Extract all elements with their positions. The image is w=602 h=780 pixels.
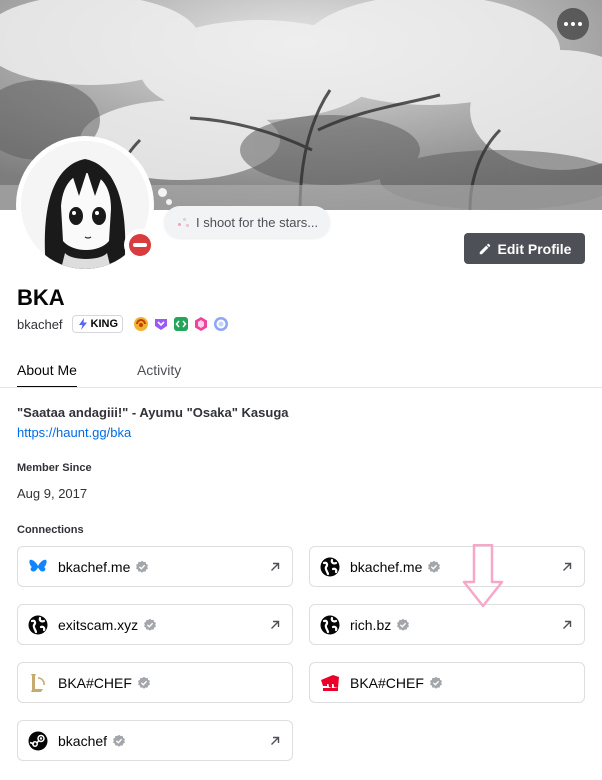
custom-status-text: I shoot for the stars... (196, 214, 319, 230)
external-link-icon (563, 620, 572, 629)
profile-tabs: About Me Activity (17, 362, 181, 388)
connection-name: bkachef (58, 732, 108, 749)
divider (0, 387, 602, 388)
external-link-icon (271, 620, 280, 629)
connection-name: BKA#CHEF (350, 674, 424, 691)
status-indicator (124, 229, 156, 261)
verified-icon (428, 560, 441, 573)
pencil-icon (479, 243, 490, 254)
verified-icon (113, 734, 125, 747)
guild-tag-label: KING (90, 318, 119, 330)
dev-badge-icon[interactable] (173, 316, 189, 332)
connection-name: bkachef.me (350, 558, 423, 575)
external-link-icon (563, 562, 572, 571)
connection-bluesky[interactable]: bkachef.me (17, 546, 293, 587)
quest-badge-icon[interactable] (193, 316, 209, 332)
badge-list (133, 316, 229, 332)
username: bkachef (17, 316, 63, 332)
connections-heading: Connections (17, 524, 84, 536)
connection-website[interactable]: bkachef.me (309, 546, 585, 587)
tab-activity[interactable]: Activity (137, 362, 181, 386)
league-icon (28, 673, 48, 693)
member-since-date: Aug 9, 2017 (17, 486, 88, 501)
edit-profile-button[interactable]: Edit Profile (464, 233, 585, 264)
steam-icon (28, 731, 48, 751)
orbs-badge-icon[interactable] (213, 316, 229, 332)
username-row: bkachef KING (17, 314, 229, 334)
dot (571, 22, 575, 26)
bubble-tail (166, 199, 172, 205)
tab-about-me[interactable]: About Me (17, 362, 77, 388)
bluesky-icon (28, 557, 48, 577)
external-link-icon (271, 562, 280, 571)
display-name: BKA (17, 285, 65, 310)
connection-name: rich.bz (350, 616, 392, 633)
bio-text: "Saataa andagiii!" - Ayumu "Osaka" Kasug… (17, 405, 289, 420)
globe-icon (28, 615, 48, 635)
connection-name: bkachef.me (58, 558, 131, 575)
verified-icon (429, 676, 442, 689)
verified-icon (137, 676, 150, 689)
annotation-arrow-icon (462, 544, 504, 608)
dot (578, 22, 582, 26)
avatar[interactable] (16, 136, 156, 274)
do-not-disturb-icon (129, 234, 151, 256)
lightning-icon (78, 318, 87, 330)
verified-icon (136, 560, 149, 573)
custom-status-bubble[interactable]: I shoot for the stars... (164, 206, 331, 238)
riot-icon (320, 673, 340, 693)
member-since-heading: Member Since (17, 462, 92, 474)
connection-league-of-legends[interactable]: BKA#CHEF (17, 662, 293, 703)
verified-icon (397, 618, 410, 631)
edit-profile-label: Edit Profile (497, 240, 572, 257)
connection-website[interactable]: exitscam.xyz (17, 604, 293, 645)
external-link-icon (271, 736, 280, 745)
globe-icon (320, 615, 340, 635)
guild-tag[interactable]: KING (71, 315, 124, 333)
connection-website[interactable]: rich.bz (309, 604, 585, 645)
hypesquad-badge-icon[interactable] (153, 316, 169, 332)
bio-link[interactable]: https://haunt.gg/bka (17, 425, 131, 440)
dot (564, 22, 568, 26)
verified-icon (144, 618, 157, 631)
connection-name: BKA#CHEF (58, 674, 132, 691)
globe-icon (320, 557, 340, 577)
connection-riot-games[interactable]: BKA#CHEF (309, 662, 585, 703)
sparkle-emoji-icon (176, 215, 190, 229)
bubble-tail (158, 188, 167, 197)
nitro-boost-badge-icon[interactable] (133, 316, 149, 332)
connection-steam[interactable]: bkachef (17, 720, 293, 761)
more-options-button[interactable] (557, 8, 589, 40)
connection-name: exitscam.xyz (58, 616, 139, 633)
